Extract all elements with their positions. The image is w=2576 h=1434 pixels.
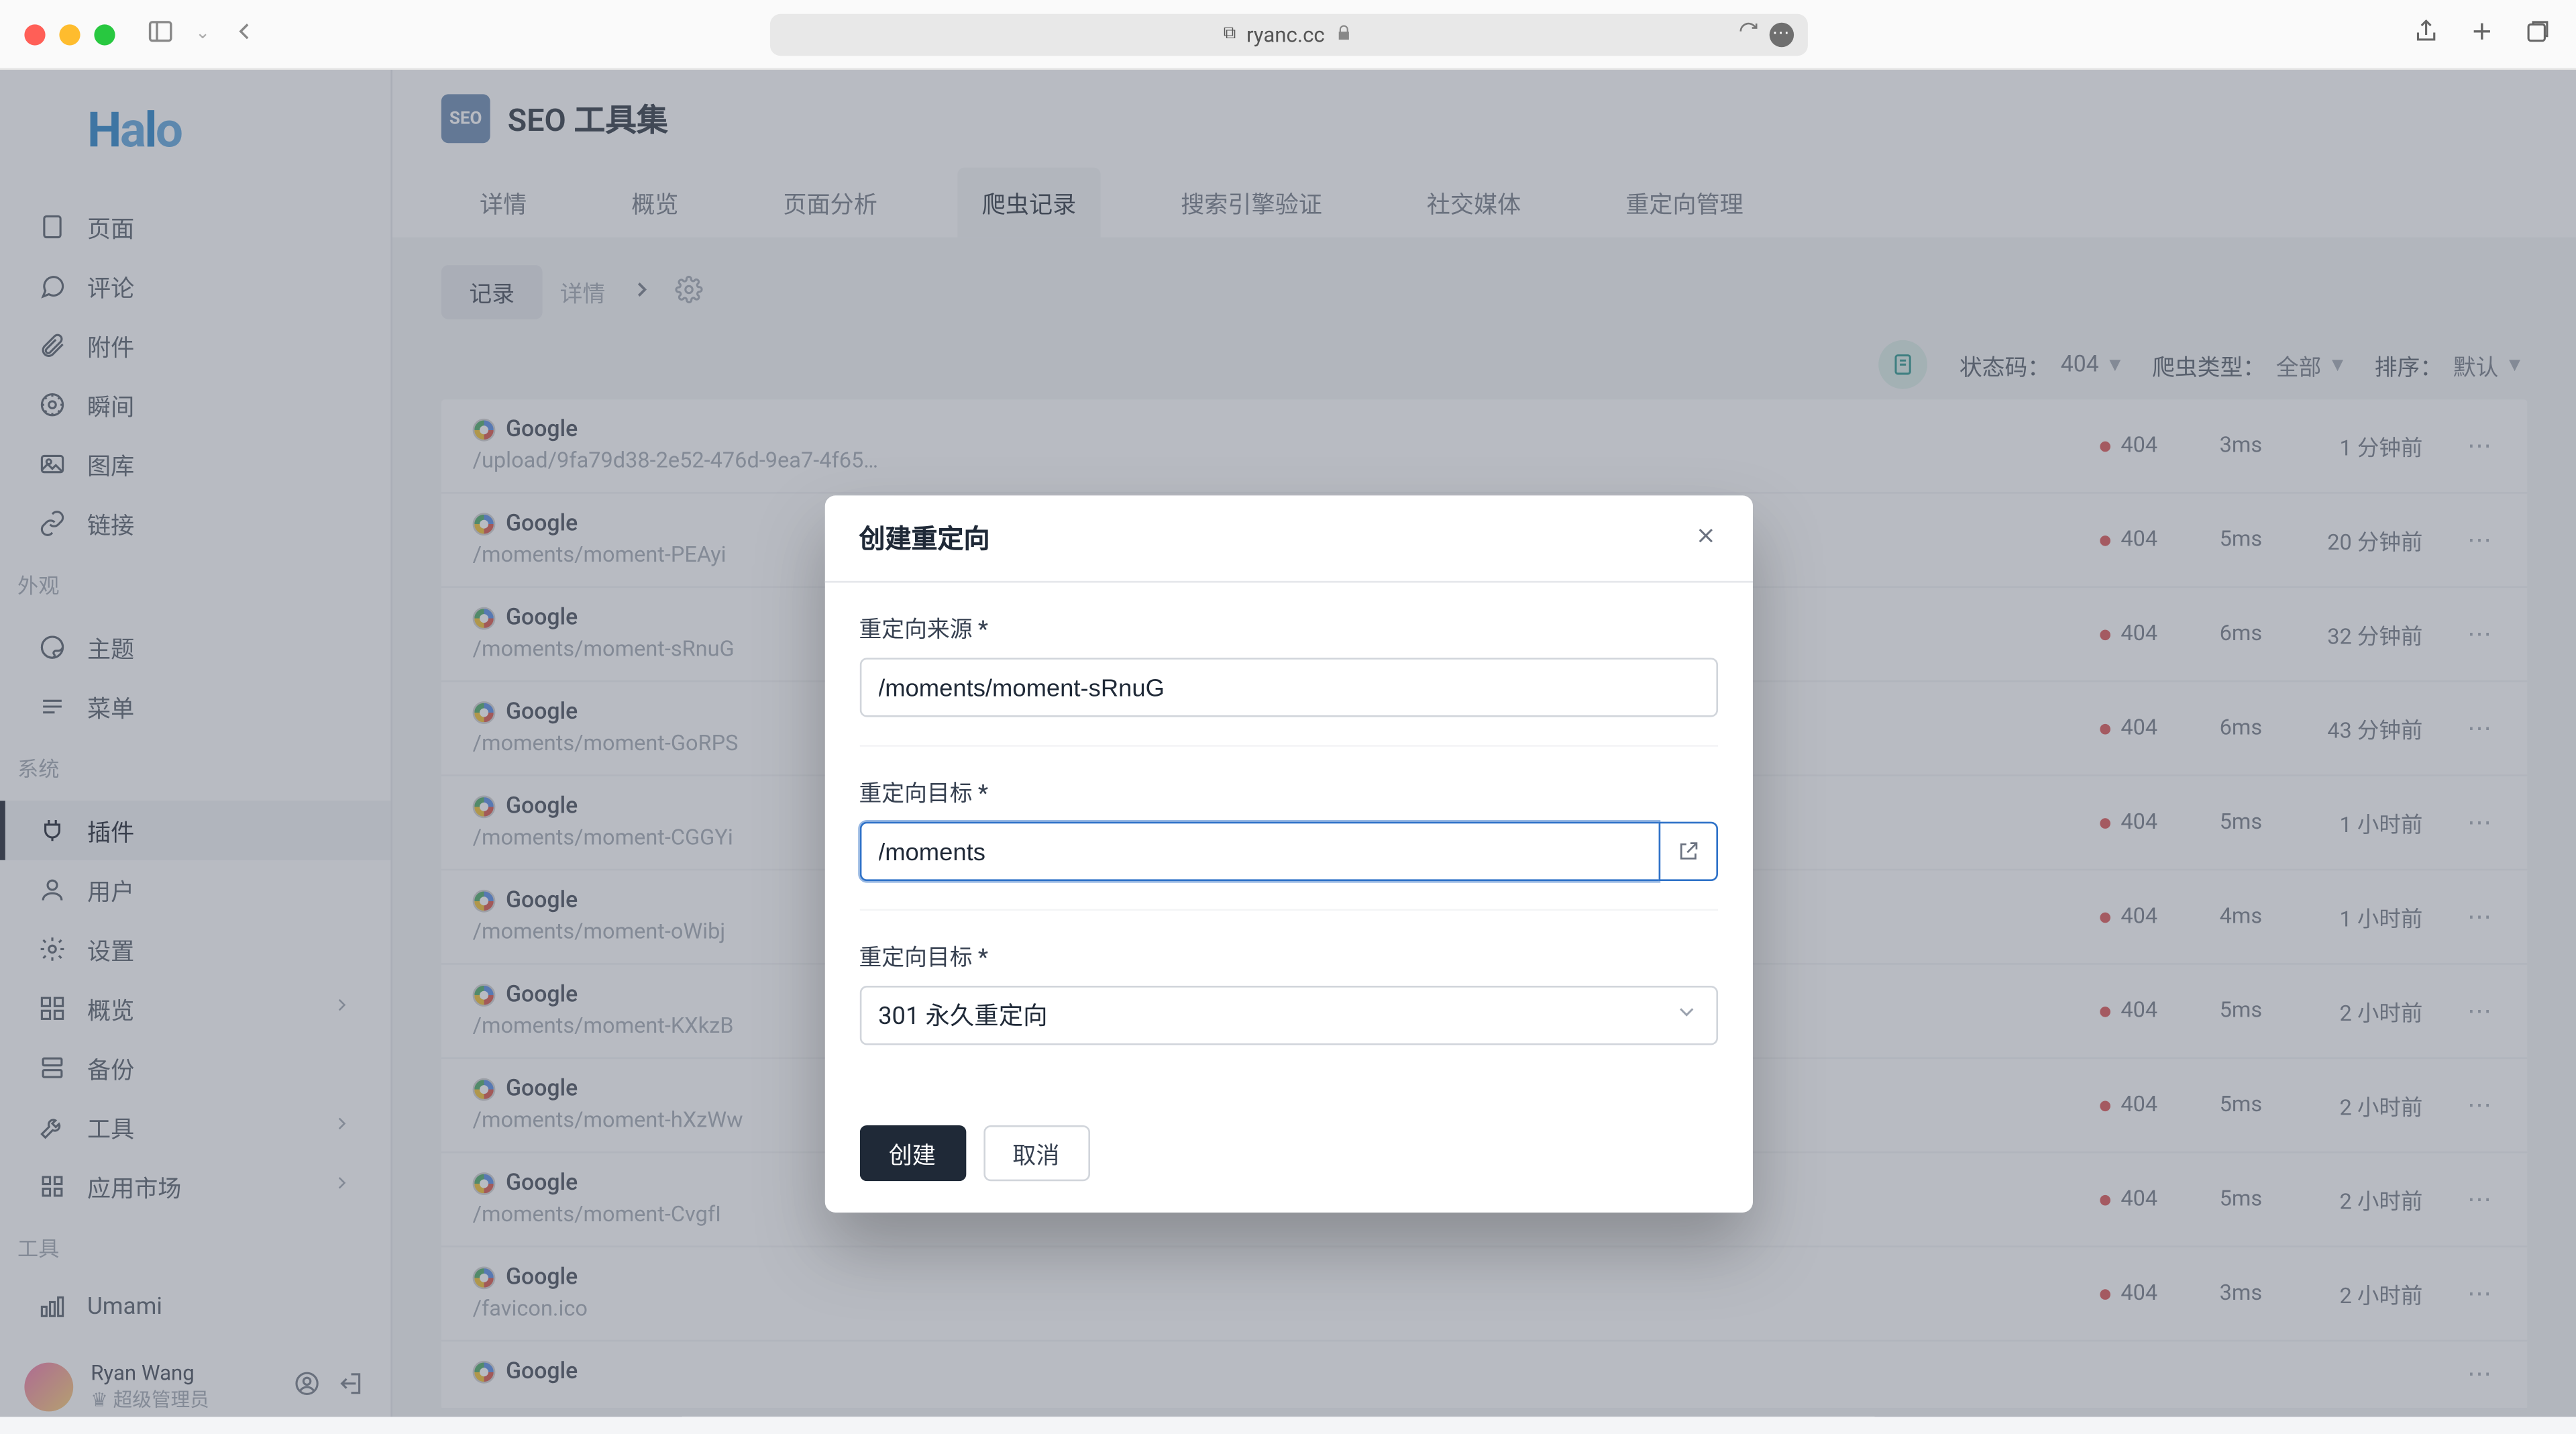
browser-chrome: ⌄ ⧉ ryanc.cc ⋯ [0,0,2576,70]
address-url: ryanc.cc [1246,22,1325,46]
site-icon: ⧉ [1224,24,1236,44]
cancel-button[interactable]: 取消 [983,1125,1089,1181]
window-minimize-button[interactable] [59,23,80,44]
close-icon[interactable] [1693,521,1717,554]
chevron-down-icon [1674,1000,1698,1031]
type-label: 重定向目标 * [859,939,1717,972]
modal-title: 创建重定向 [859,520,990,557]
chevron-down-icon[interactable]: ⌄ [195,24,210,44]
submit-button[interactable]: 创建 [859,1125,966,1181]
reload-icon[interactable] [1737,21,1758,47]
new-tab-icon[interactable] [2468,17,2496,52]
sidebar-toggle-icon[interactable] [146,17,174,52]
window-close-button[interactable] [24,23,45,44]
back-button[interactable] [231,17,259,52]
tabs-overview-icon[interactable] [2524,17,2552,52]
lock-icon [1335,22,1352,46]
extensions-icon[interactable]: ⋯ [1768,22,1792,46]
redirect-target-input[interactable] [859,822,1659,881]
address-bar[interactable]: ⧉ ryanc.cc ⋯ [769,13,1807,55]
share-icon[interactable] [2412,17,2440,52]
window-zoom-button[interactable] [94,23,115,44]
target-label: 重定向目标 * [859,774,1717,807]
source-label: 重定向来源 * [859,611,1717,644]
open-link-icon[interactable] [1658,822,1717,881]
redirect-source-input[interactable] [859,658,1717,717]
redirect-modal: 创建重定向 重定向来源 * 重定向目标 * 重定向目标 * 301 永久重定向 [824,495,1752,1213]
redirect-type-select[interactable]: 301 永久重定向 [859,986,1717,1045]
